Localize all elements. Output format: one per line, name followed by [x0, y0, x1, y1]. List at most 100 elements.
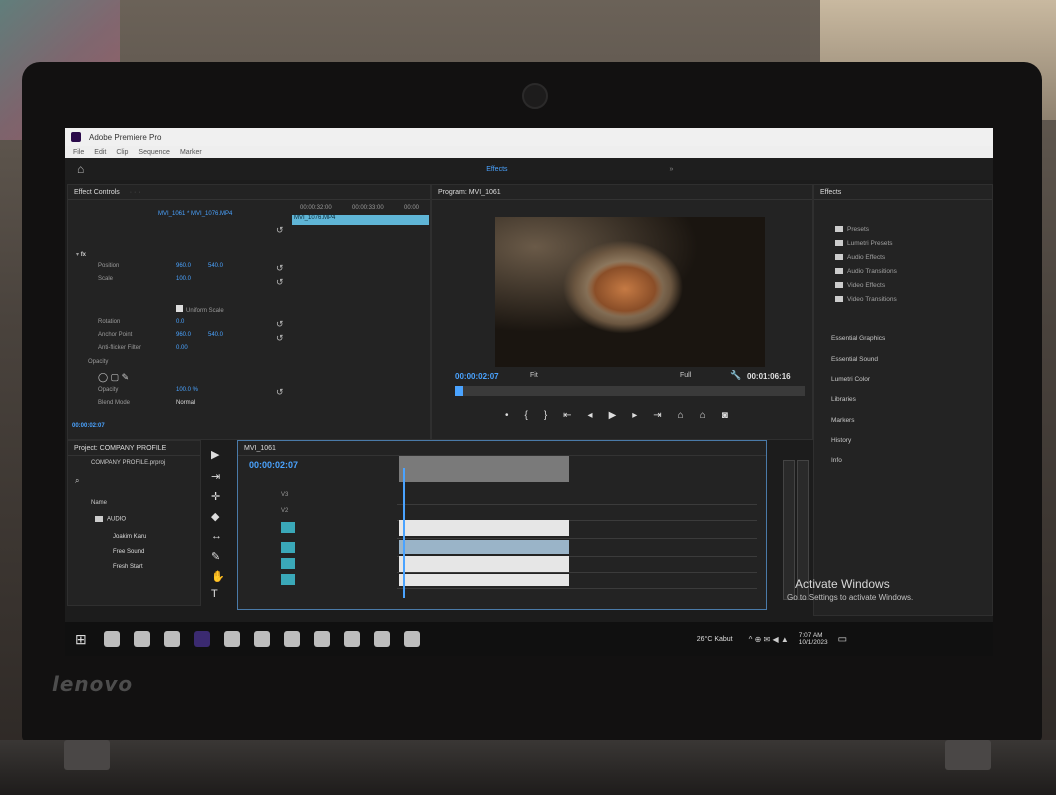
quality-select[interactable]: Full [680, 372, 691, 379]
timeline-clip-video[interactable] [399, 520, 569, 536]
section-lumetri-color[interactable]: Lumetri Color [831, 376, 870, 383]
fit-select[interactable]: Fit [530, 372, 538, 379]
selection-tool-icon[interactable]: ▶ [211, 448, 219, 461]
razor-tool-icon[interactable]: ◆ [211, 510, 219, 523]
timeline-clip-audio[interactable] [399, 574, 569, 586]
menu-clip[interactable]: Clip [116, 149, 128, 156]
mail-icon[interactable] [253, 631, 270, 647]
type-tool-icon[interactable]: T [211, 588, 218, 600]
timeline-clip-audio[interactable] [399, 540, 569, 554]
reset-icon[interactable]: ↺ [276, 319, 284, 330]
app-icon[interactable] [373, 631, 390, 647]
store-icon[interactable] [313, 631, 330, 647]
opacity-group-label: Opacity [88, 359, 109, 365]
app-icon[interactable] [403, 631, 420, 647]
folder-lumetri-presets[interactable]: Lumetri Presets [835, 240, 893, 247]
blend-mode-select[interactable]: Normal [176, 400, 195, 406]
folder-audio-transitions[interactable]: Audio Transitions [835, 268, 897, 275]
slip-tool-icon[interactable]: ↔ [211, 530, 222, 542]
transport-controls[interactable]: •{}⇤◂▶▸⇥⌂⌂◙ [505, 410, 744, 421]
section-markers[interactable]: Markers [831, 417, 854, 424]
folder-presets[interactable]: Presets [835, 226, 869, 233]
reset-icon[interactable]: ↺ [276, 225, 284, 236]
clock-date: 10/1/2023 [798, 639, 828, 646]
file-explorer-icon[interactable] [163, 631, 180, 647]
timeline-playhead[interactable] [403, 468, 405, 598]
program-timecode[interactable]: 00:00:02:07 [455, 372, 499, 381]
track-label-v2: V2 [281, 508, 289, 514]
project-item[interactable]: Fresh Start [113, 564, 143, 570]
tab-effect-controls[interactable]: Effect Controls [74, 189, 120, 196]
track-target-a3[interactable] [281, 574, 295, 585]
menu-edit[interactable]: Edit [94, 149, 106, 156]
folder-video-effects[interactable]: Video Effects [835, 282, 885, 289]
prop-position-y[interactable]: 540.0 [208, 263, 223, 269]
ec-timecode[interactable]: 00:00:02:07 [72, 423, 105, 429]
prop-rotation-value[interactable]: 0.0 [176, 319, 184, 325]
timeline-timecode[interactable]: 00:00:02:07 [249, 460, 298, 470]
weather-widget[interactable]: 26°C Kabut [697, 636, 733, 643]
uniform-scale-checkbox[interactable]: Uniform Scale [176, 305, 224, 314]
workspace-overflow-icon[interactable]: » [670, 166, 674, 173]
section-info[interactable]: Info [831, 457, 842, 464]
home-icon[interactable]: ⌂ [77, 162, 84, 176]
search-icon[interactable] [103, 631, 120, 647]
edge-icon[interactable] [283, 631, 300, 647]
reset-icon[interactable]: ↺ [276, 333, 284, 344]
tab-timeline[interactable]: MVI_1061 [244, 445, 276, 452]
section-essential-sound[interactable]: Essential Sound [831, 356, 878, 363]
ripple-edit-icon[interactable]: ✛ [211, 490, 220, 503]
ec-clip[interactable]: MVI_1076.MP4 [292, 215, 429, 225]
program-scrubber[interactable] [455, 386, 805, 396]
hand-tool-icon[interactable]: ✋ [211, 570, 225, 583]
folder-audio-effects[interactable]: Audio Effects [835, 254, 885, 261]
prop-opacity-value[interactable]: 100.0 % [176, 387, 198, 393]
timeline-clip-audio[interactable] [399, 556, 569, 572]
prop-antiflicker-value[interactable]: 0.00 [176, 345, 188, 351]
prop-anchor-label: Anchor Point [98, 332, 133, 338]
tab-effects[interactable]: Effects [820, 189, 841, 196]
bin-audio[interactable]: AUDIO [95, 516, 126, 523]
tab-program[interactable]: Program: MVI_1061 [438, 189, 501, 196]
wrench-icon[interactable]: 🔧 [730, 370, 741, 381]
prop-anchor-x[interactable]: 960.0 [176, 332, 191, 338]
track-target-v1[interactable] [281, 522, 295, 533]
chrome-icon[interactable] [343, 631, 360, 647]
start-icon[interactable]: ⊞ [75, 631, 87, 648]
menu-file[interactable]: File [73, 149, 84, 156]
effect-controls-panel: Effect Controls · · · MVI_1061 * MVI_107… [67, 184, 431, 440]
project-item[interactable]: Free Sound [113, 549, 144, 555]
track-target-a2[interactable] [281, 558, 295, 569]
hinge-right [945, 740, 991, 770]
prop-position-x[interactable]: 960.0 [176, 263, 191, 269]
section-libraries[interactable]: Libraries [831, 396, 856, 403]
clock[interactable]: 7:07 AM 10/1/2023 [799, 632, 828, 646]
folder-video-transitions[interactable]: Video Transitions [835, 296, 897, 303]
reset-icon[interactable]: ↺ [276, 387, 284, 398]
pen-tool-icon[interactable]: ✎ [211, 550, 220, 563]
mask-shape-icons[interactable]: ◯ ▢ ✎ [98, 372, 129, 383]
prop-position-label: Position [98, 263, 120, 269]
menu-marker[interactable]: Marker [180, 149, 202, 156]
workspace-tab-effects[interactable]: Effects [486, 166, 507, 173]
onedrive-icon[interactable] [223, 631, 240, 647]
task-view-icon[interactable] [133, 631, 150, 647]
prop-scale-value[interactable]: 100.0 [176, 276, 191, 282]
playhead-icon[interactable] [455, 386, 463, 396]
reset-icon[interactable]: ↺ [276, 277, 284, 288]
track-target-a1[interactable] [281, 542, 295, 553]
search-icon[interactable]: ⌕ [75, 476, 79, 486]
notification-icon[interactable]: ▭ [838, 634, 847, 645]
section-essential-graphics[interactable]: Essential Graphics [831, 335, 885, 342]
prop-anchor-y[interactable]: 540.0 [208, 332, 223, 338]
menu-sequence[interactable]: Sequence [138, 149, 170, 156]
section-history[interactable]: History [831, 437, 851, 444]
reset-icon[interactable]: ↺ [276, 263, 284, 274]
system-tray-icons[interactable]: ^ ⊕ ✉ ◀ ▲ [749, 635, 789, 644]
project-item[interactable]: Joakim Karu [113, 534, 146, 540]
premiere-taskbar-icon[interactable] [193, 631, 210, 647]
timeline-work-area[interactable] [399, 456, 569, 482]
track-select-icon[interactable]: ⇥ [211, 470, 220, 483]
tab-project[interactable]: Project: COMPANY PROFILE [74, 445, 166, 452]
name-column-header[interactable]: Name [91, 500, 107, 506]
